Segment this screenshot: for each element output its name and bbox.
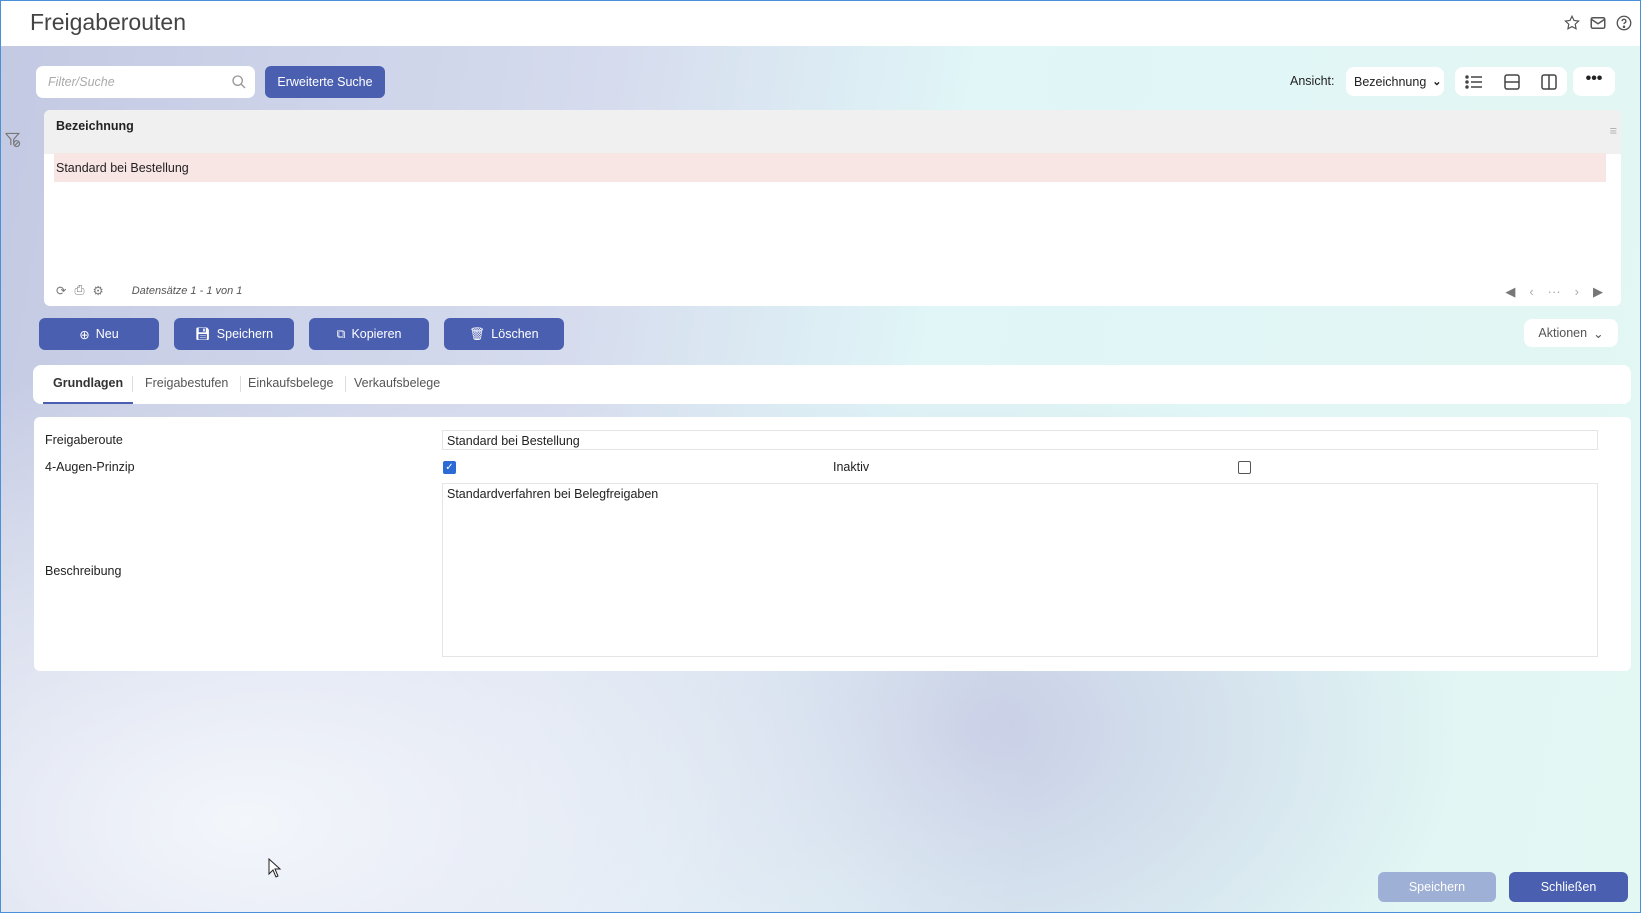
four-eyes-label: 4-Augen-Prinzip [45, 460, 135, 474]
details-form: Freigaberoute Standard bei Bestellung 4-… [34, 417, 1631, 671]
table-row[interactable]: Standard bei Bestellung [54, 153, 1606, 182]
search-placeholder: Filter/Suche [48, 75, 115, 89]
view-select[interactable]: Bezeichnung ⌄ [1346, 67, 1444, 96]
mail-icon[interactable] [1589, 14, 1607, 32]
horizontal-split-icon[interactable] [1504, 73, 1520, 90]
more-options-icon[interactable]: ••• [1573, 67, 1615, 96]
filter-icon[interactable] [4, 132, 22, 148]
footer-save-label: Speichern [1408, 880, 1466, 894]
column-header-bezeichnung[interactable]: Bezeichnung [44, 110, 1621, 154]
route-input[interactable]: Standard bei Bestellung [442, 430, 1598, 450]
new-button[interactable]: ⊕ Neu [39, 318, 159, 350]
help-icon[interactable] [1615, 14, 1633, 32]
chevron-down-icon: ⌄ [1432, 76, 1442, 88]
copy-icon: ⧉ [336, 326, 346, 341]
actions-dropdown[interactable]: Aktionen ⌄ [1524, 319, 1618, 347]
close-label: Schließen [1540, 880, 1597, 894]
settings-icon[interactable]: ⚙ [93, 283, 104, 298]
chevron-down-icon: ⌄ [1593, 326, 1604, 341]
next-page-icon[interactable]: › [1575, 284, 1579, 300]
page-title: Freigaberouten [30, 9, 186, 35]
save-label: Speichern [216, 327, 274, 341]
route-label: Freigaberoute [45, 433, 123, 447]
copy-button[interactable]: ⧉ Kopieren [309, 318, 429, 350]
tab-verkaufsbelege[interactable]: Verkaufsbelege [342, 376, 452, 392]
trash-icon: 🗑︎ [469, 326, 486, 341]
view-select-value: Bezeichnung [1354, 74, 1427, 89]
close-button[interactable]: Schließen [1509, 872, 1628, 902]
save-record-button[interactable]: 💾︎ Speichern [174, 318, 294, 350]
delete-button[interactable]: 🗑︎ Löschen [444, 318, 564, 350]
inactive-label: Inaktiv [833, 460, 870, 474]
refresh-icon[interactable]: ⟳ [56, 283, 66, 298]
new-label: Neu [95, 327, 119, 341]
description-label: Beschreibung [45, 564, 122, 578]
description-textarea[interactable]: Standardverfahren bei Belegfreigaben [442, 483, 1598, 657]
view-label: Ansicht: [1290, 74, 1335, 88]
vertical-split-icon[interactable] [1540, 73, 1557, 90]
delete-label: Löschen [491, 327, 539, 341]
last-page-icon[interactable]: ▶ [1593, 284, 1603, 300]
advanced-search-label: Erweiterte Suche [277, 75, 373, 89]
actions-label: Aktionen [1538, 326, 1588, 340]
copy-label: Kopieren [351, 327, 402, 341]
advanced-search-button[interactable]: Erweiterte Suche [265, 66, 385, 98]
mouse-cursor-icon [268, 858, 282, 878]
search-icon[interactable] [231, 74, 247, 90]
header-bar: Freigaberouten [1, 1, 1640, 46]
layout-toggle-group [1455, 67, 1567, 96]
records-grid: Bezeichnung ≡ Standard bei Bestellung ⟳ … [44, 110, 1621, 306]
tab-freigabestufen[interactable]: Freigabestufen [132, 376, 242, 392]
inactive-checkbox[interactable] [1238, 461, 1251, 474]
footer-save-button[interactable]: Speichern [1378, 872, 1496, 902]
star-icon[interactable] [1563, 14, 1581, 32]
print-icon[interactable]: ⎙ [74, 283, 84, 298]
plus-circle-icon: ⊕ [79, 327, 90, 342]
tab-grundlagen[interactable]: Grundlagen [43, 376, 134, 404]
tab-einkaufsbelege[interactable]: Einkaufsbelege [236, 376, 347, 392]
floppy-icon: 💾︎ [194, 326, 211, 341]
list-view-icon[interactable] [1465, 74, 1483, 90]
prev-page-icon[interactable]: ‹ [1529, 284, 1533, 300]
tab-bar: Grundlagen Freigabestufen Einkaufsbelege… [33, 365, 1631, 404]
record-count: Datensätze 1 - 1 von 1 [131, 284, 243, 297]
first-page-icon[interactable]: ◀ [1505, 284, 1515, 300]
four-eyes-checkbox[interactable]: ✓ [443, 461, 456, 474]
filter-search-input[interactable]: Filter/Suche [36, 66, 255, 98]
pages-ellipsis-icon: ··· [1547, 284, 1561, 299]
column-menu-icon[interactable]: ≡ [1610, 124, 1617, 138]
